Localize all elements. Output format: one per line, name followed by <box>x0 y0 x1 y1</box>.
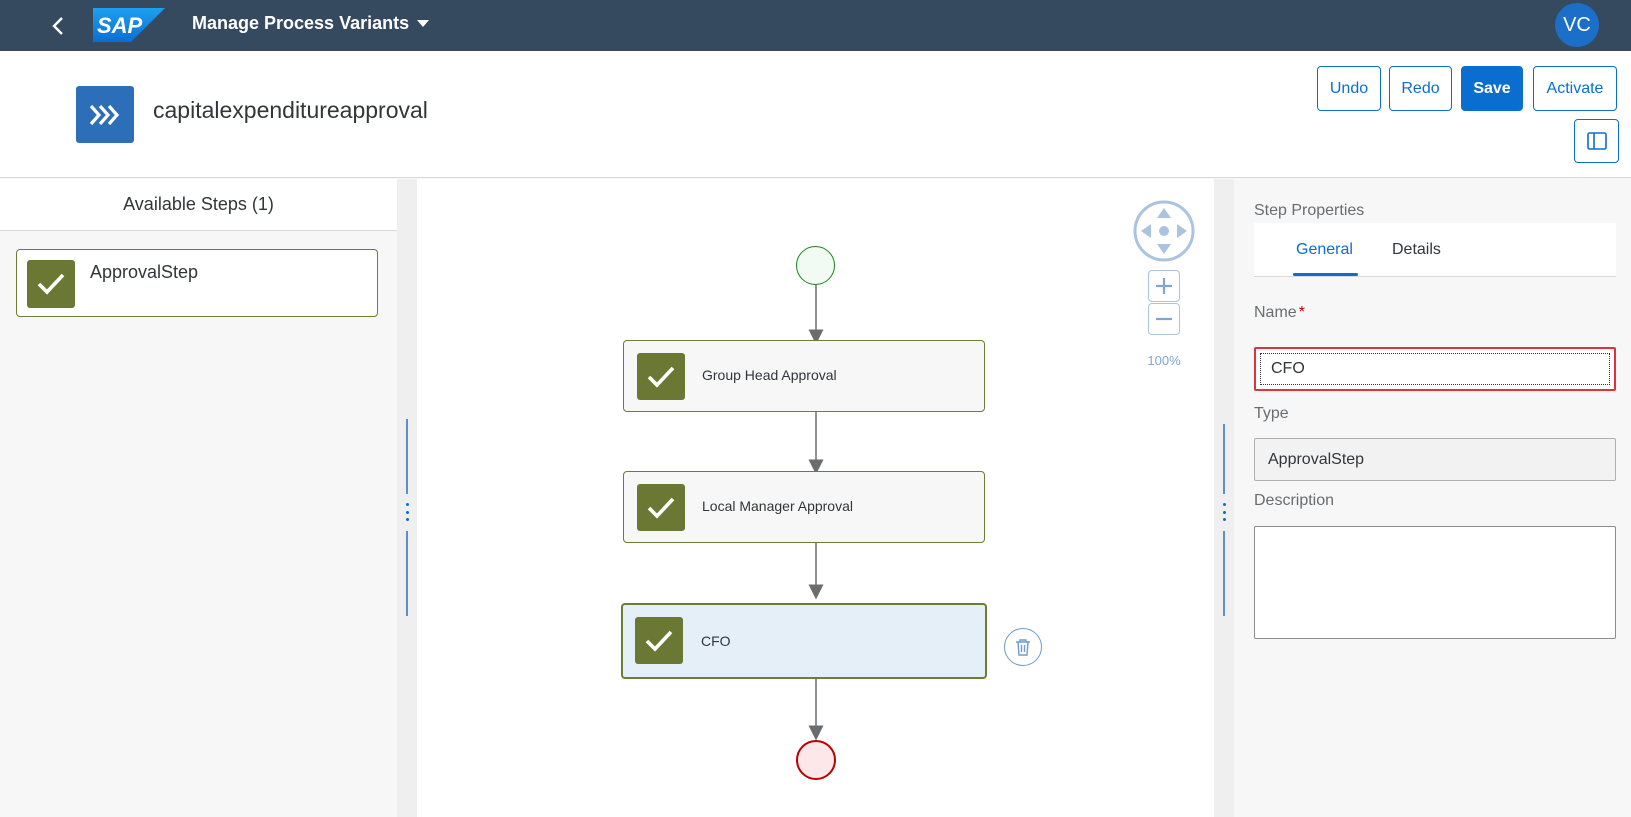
shell-bar: SAP Manage Process Variants VC <box>0 0 1631 51</box>
required-marker: * <box>1298 304 1305 321</box>
tab-general[interactable]: General <box>1296 241 1353 259</box>
process-step-local-manager-approval[interactable]: Local Manager Approval <box>623 471 985 543</box>
description-field[interactable] <box>1254 526 1616 639</box>
process-step-label: CFO <box>701 633 731 649</box>
pan-navigation-control[interactable] <box>1133 200 1195 262</box>
object-header: capitalexpenditureapproval Undo Redo Sav… <box>0 51 1631 178</box>
name-label: Name * <box>1254 304 1305 321</box>
user-avatar[interactable]: VC <box>1555 3 1599 47</box>
back-button[interactable] <box>44 12 72 40</box>
app-title: Manage Process Variants <box>192 13 410 33</box>
available-steps-panel: Available Steps (1) ApprovalStep <box>0 179 397 817</box>
description-label: Description <box>1254 492 1335 509</box>
checkmark-icon <box>637 484 685 531</box>
checkmark-icon <box>637 353 685 400</box>
save-button[interactable]: Save <box>1461 66 1523 111</box>
process-step-label: Local Manager Approval <box>702 498 853 514</box>
process-canvas[interactable]: Group Head Approval Local Manager Approv… <box>417 179 1214 817</box>
splitter-grip-icon[interactable] <box>405 503 409 521</box>
type-field: ApprovalStep <box>1254 438 1616 481</box>
zoom-level: 100% <box>1147 353 1181 368</box>
minus-icon <box>1156 317 1172 321</box>
caret-down-icon <box>417 20 430 27</box>
process-title: capitalexpenditureapproval <box>153 97 428 123</box>
step-properties-title: Step Properties <box>1254 202 1365 219</box>
trash-icon <box>1016 639 1030 656</box>
zoom-in-button[interactable] <box>1148 270 1180 302</box>
type-label: Type <box>1254 405 1289 422</box>
svg-text:SAP: SAP <box>97 13 143 38</box>
properties-tab-bar: General Details <box>1254 223 1616 277</box>
left-splitter[interactable] <box>397 179 417 817</box>
tab-details[interactable]: Details <box>1392 241 1441 259</box>
active-tab-indicator <box>1293 273 1358 276</box>
process-flow-icon <box>76 86 134 143</box>
plus-icon <box>1156 278 1172 294</box>
process-step-cfo[interactable]: CFO <box>621 603 987 679</box>
side-panel-icon <box>1586 132 1607 150</box>
available-step-item[interactable]: ApprovalStep <box>16 249 378 317</box>
process-step-label: Group Head Approval <box>702 367 837 383</box>
end-event[interactable] <box>796 740 836 780</box>
available-step-label: ApprovalStep <box>90 262 199 282</box>
splitter-grip-icon[interactable] <box>1222 503 1226 521</box>
delete-step-button[interactable] <box>1004 628 1042 666</box>
checkmark-icon <box>635 617 683 664</box>
side-panel-toggle-button[interactable] <box>1574 119 1619 163</box>
pan-arrows-icon <box>1133 200 1195 262</box>
step-properties-panel: Step Properties General Details Name* Ty… <box>1234 179 1631 817</box>
app-title-menu[interactable]: Manage Process Variants <box>192 13 430 34</box>
redo-button[interactable]: Redo <box>1389 66 1452 111</box>
process-step-group-head-approval[interactable]: Group Head Approval <box>623 340 985 412</box>
name-field-wrapper <box>1254 347 1616 391</box>
checkmark-icon <box>27 260 75 308</box>
name-field[interactable] <box>1260 353 1610 385</box>
start-event[interactable] <box>796 246 835 285</box>
available-steps-title: Available Steps (1) <box>0 179 397 231</box>
chevron-left-icon <box>52 17 63 35</box>
zoom-out-button[interactable] <box>1148 303 1180 335</box>
undo-button[interactable]: Undo <box>1317 66 1381 111</box>
activate-button[interactable]: Activate <box>1533 66 1617 111</box>
sap-logo: SAP <box>93 8 165 42</box>
right-splitter[interactable] <box>1214 179 1234 817</box>
